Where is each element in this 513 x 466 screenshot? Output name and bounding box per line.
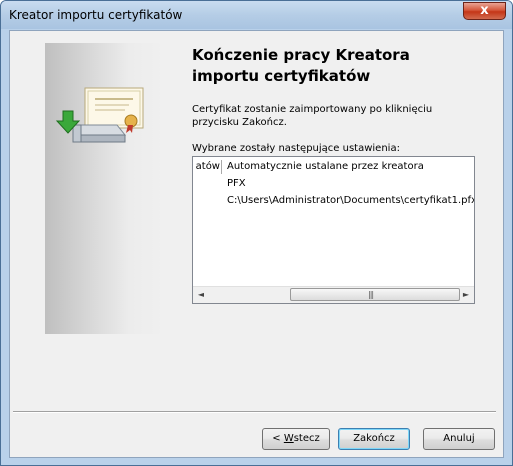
finish-button[interactable]: Zakończ bbox=[338, 428, 410, 450]
wizard-window: Kreator importu certyfikatów x Kończenie… bbox=[0, 0, 513, 466]
list-item[interactable]: C:\Users\Administrator\Documents\certyfi… bbox=[193, 193, 475, 209]
title-bar[interactable]: Kreator importu certyfikatów x bbox=[1, 1, 512, 29]
horizontal-scrollbar[interactable]: ◄ ||| ► bbox=[193, 286, 474, 303]
list-item[interactable]: PFX bbox=[193, 176, 474, 192]
cancel-label: Anuluj bbox=[443, 433, 475, 444]
back-button[interactable]: < Wstecz bbox=[262, 428, 330, 450]
window-title: Kreator importu certyfikatów bbox=[9, 8, 183, 22]
close-button[interactable]: x bbox=[463, 2, 506, 20]
side-panel bbox=[45, 43, 165, 334]
certificate-import-icon bbox=[55, 87, 144, 143]
scroll-right-icon[interactable]: ► bbox=[458, 287, 474, 303]
close-icon: x bbox=[480, 3, 489, 18]
setting-name: atów bbox=[195, 161, 220, 172]
back-prefix: < bbox=[272, 433, 284, 444]
grip-icon: ||| bbox=[368, 290, 374, 299]
finish-label: Zakończ bbox=[353, 433, 395, 444]
scroll-left-icon[interactable]: ◄ bbox=[193, 287, 209, 303]
page-heading: Kończenie pracy Kreatora importu certyfi… bbox=[192, 46, 410, 85]
cancel-button[interactable]: Anuluj bbox=[423, 428, 495, 450]
wizard-page: Kończenie pracy Kreatora importu certyfi… bbox=[9, 30, 504, 458]
back-mnemonic: W bbox=[283, 433, 294, 444]
settings-list[interactable]: atów Automatycznie ustalane przez kreato… bbox=[192, 156, 475, 304]
footer-separator bbox=[13, 411, 496, 413]
setting-value: Automatycznie ustalane przez kreatora bbox=[227, 161, 424, 172]
back-label: stecz bbox=[293, 433, 320, 444]
setting-value: C:\Users\Administrator\Documents\certyfi… bbox=[227, 195, 475, 206]
settings-label: Wybrane zostały następujące ustawienia: bbox=[192, 143, 400, 154]
column-divider[interactable] bbox=[221, 160, 222, 174]
scroll-thumb[interactable]: ||| bbox=[290, 288, 460, 301]
setting-value: PFX bbox=[227, 178, 246, 189]
info-text: Certyfikat zostanie zaimportowany po kli… bbox=[192, 104, 433, 128]
list-item[interactable]: atów Automatycznie ustalane przez kreato… bbox=[193, 159, 474, 175]
